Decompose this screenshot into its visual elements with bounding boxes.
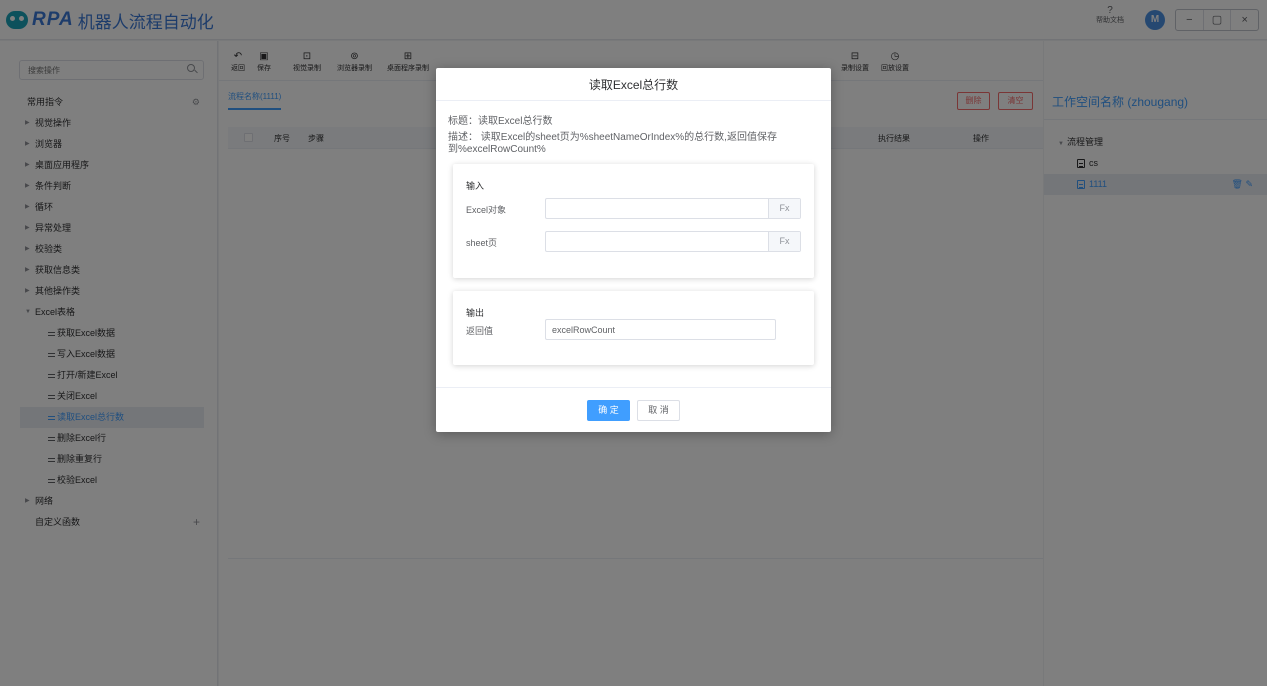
output-header: 输出 xyxy=(466,308,485,318)
sheet-label: sheet页 xyxy=(466,238,498,248)
divider xyxy=(436,387,831,388)
read-excel-rowcount-dialog: 读取Excel总行数 标题：读取Excel总行数 描述： 读取Excel的she… xyxy=(436,68,831,432)
confirm-button[interactable]: 确 定 xyxy=(587,400,630,421)
fx-button[interactable]: Fx xyxy=(768,232,800,251)
return-value-input[interactable] xyxy=(546,320,766,339)
input-header: 输入 xyxy=(466,181,485,191)
return-value-label: 返回值 xyxy=(466,326,494,336)
dialog-label-line: 标题：读取Excel总行数 xyxy=(448,116,553,127)
return-value-field xyxy=(545,319,776,340)
dialog-description: 描述： 读取Excel的sheet页为%sheetNameOrIndex%的总行… xyxy=(448,132,777,155)
excel-object-label: Excel对象 xyxy=(466,205,507,215)
output-card: 输出 返回值 xyxy=(453,291,814,365)
excel-object-field: Fx xyxy=(545,198,801,219)
sheet-field: Fx xyxy=(545,231,801,252)
cancel-button[interactable]: 取 消 xyxy=(637,400,680,421)
sheet-input[interactable] xyxy=(546,232,766,251)
fx-button[interactable]: Fx xyxy=(768,199,800,218)
excel-object-input[interactable] xyxy=(546,199,766,218)
input-card: 输入 Excel对象 Fx sheet页 Fx xyxy=(453,164,814,278)
dialog-title: 读取Excel总行数 xyxy=(588,78,679,92)
divider xyxy=(436,100,831,101)
